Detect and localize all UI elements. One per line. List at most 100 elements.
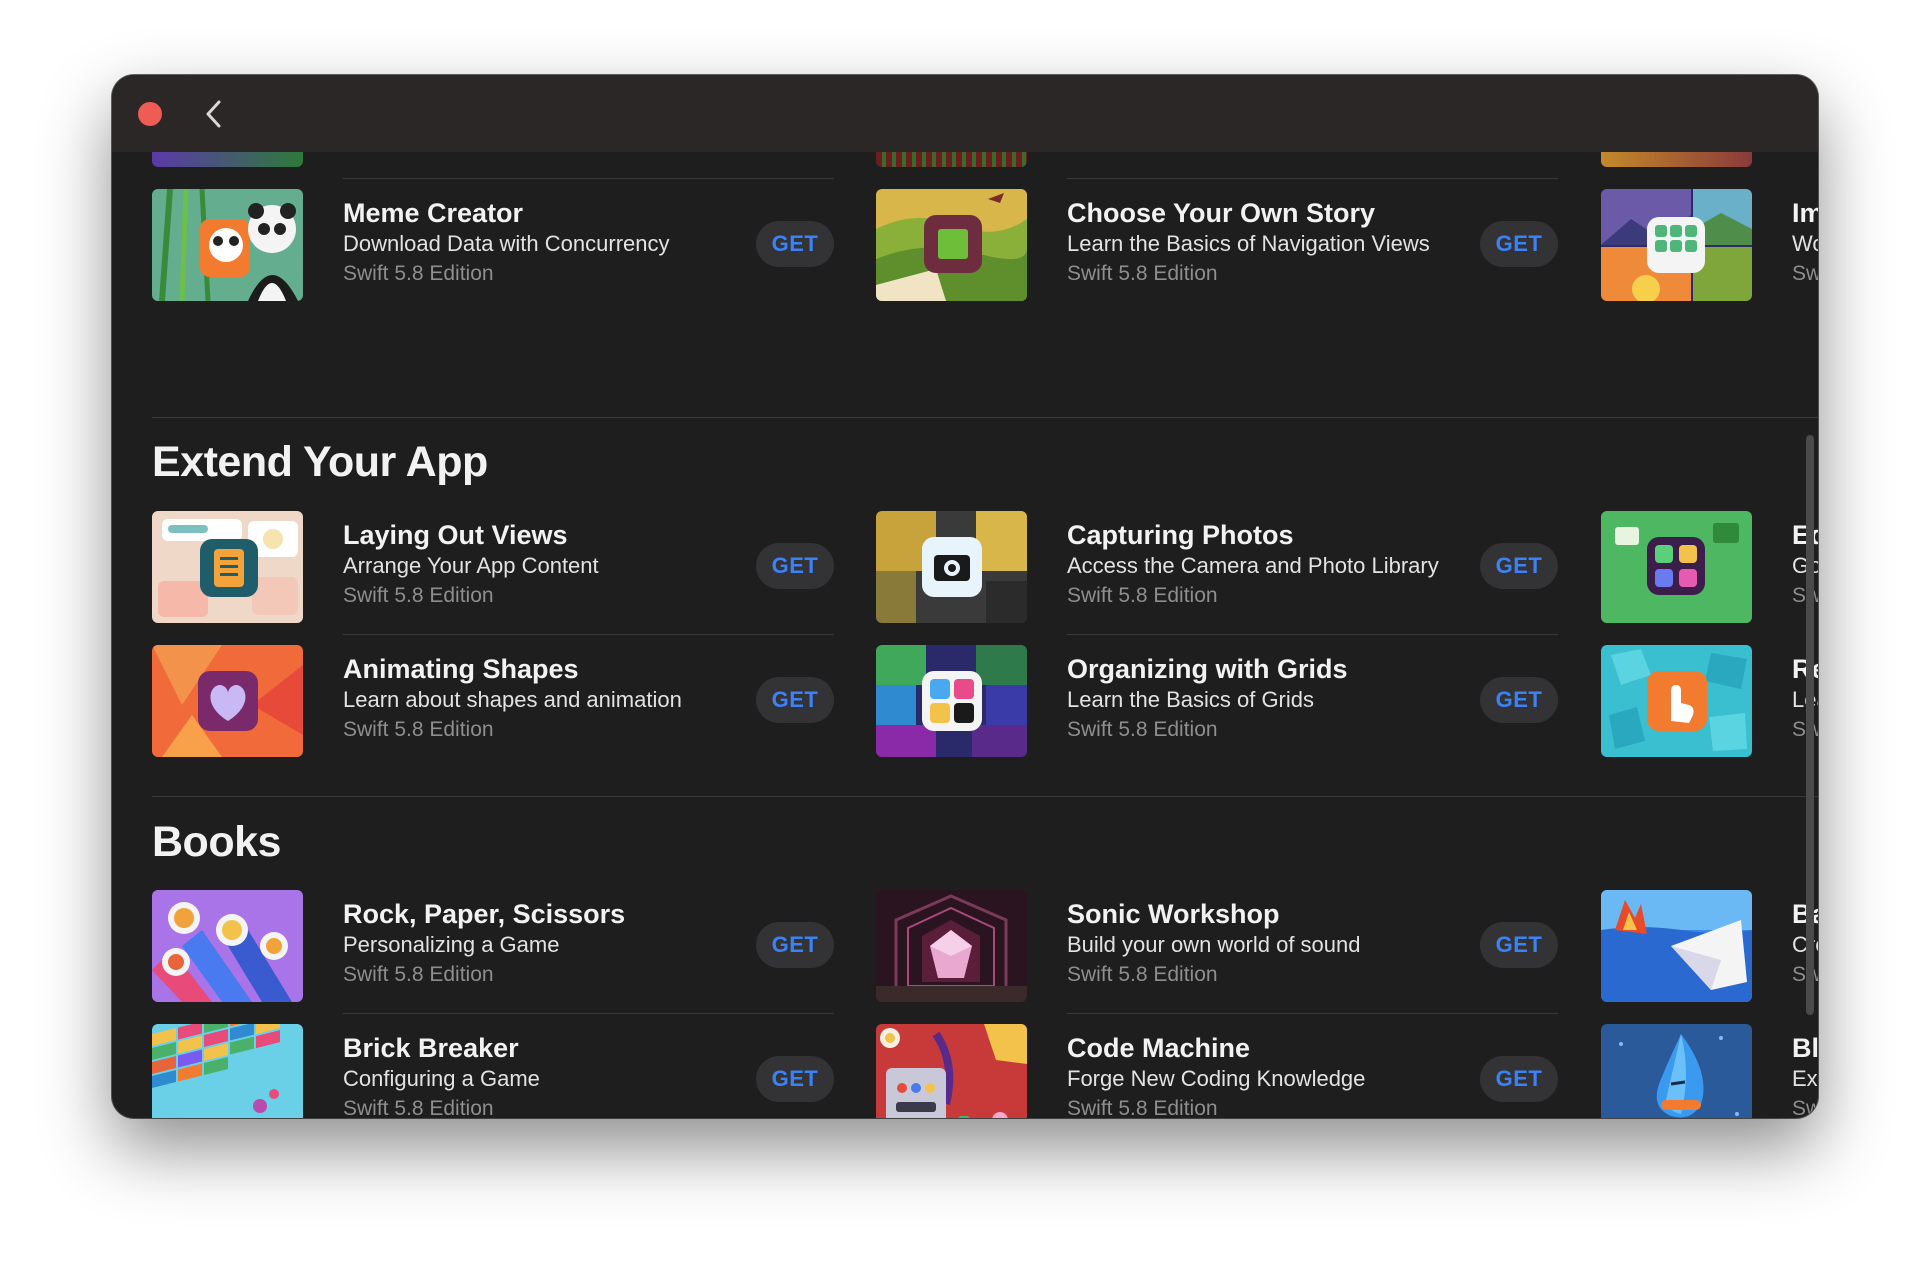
item-text: Re Lea Sw — [1792, 653, 1818, 745]
get-button[interactable]: GET — [756, 221, 834, 267]
content-scroll-area[interactable]: Meme Creator Download Data with Concurre… — [112, 152, 1818, 1118]
item-edition: Swift 5.8 Edition — [343, 584, 494, 607]
item-subtitle: Forge New Coding Knowledge — [1067, 1066, 1366, 1091]
item-subtitle: Learn the Basics of Grids — [1067, 687, 1315, 712]
list-item-rock-paper-scissors[interactable]: Rock, Paper, Scissors Personalizing a Ga… — [152, 890, 842, 1002]
row-separator — [343, 1013, 834, 1014]
meme-creator-thumbnail — [152, 189, 303, 301]
vertical-scrollbar[interactable] — [1806, 435, 1814, 1015]
item-subtitle: Download Data with Concurrency — [343, 231, 670, 256]
item-title: Ed — [1792, 520, 1818, 550]
item-text: Ba Cre Sw — [1792, 898, 1818, 990]
item-edition: Swift 5.8 Edition — [343, 262, 494, 285]
item-edition: Swift 5.8 Edition — [1067, 584, 1218, 607]
list-item-laying-out-views[interactable]: Laying Out Views Arrange Your App Conten… — [152, 511, 842, 623]
list-item-meme-creator[interactable]: Meme Creator Download Data with Concurre… — [152, 189, 842, 301]
list-item-code-machine[interactable]: Code Machine Forge New Coding Knowledge … — [876, 1024, 1566, 1118]
item-subtitle: Exp — [1792, 1066, 1818, 1091]
item-text: Animating Shapes Learn about shapes and … — [343, 653, 682, 745]
item-edition: Swift 5.8 Edition — [343, 1097, 494, 1118]
get-button[interactable]: GET — [1480, 922, 1558, 968]
partial-thumb — [876, 152, 1027, 167]
item-subtitle: Access the Camera and Photo Library — [1067, 553, 1439, 578]
choose-your-own-story-thumbnail — [876, 189, 1027, 301]
get-button[interactable]: GET — [1480, 1056, 1558, 1102]
item-text: Brick Breaker Configuring a Game Swift 5… — [343, 1032, 540, 1118]
get-button[interactable]: GET — [1480, 677, 1558, 723]
item-title: Ba — [1792, 899, 1818, 929]
organizing-with-grids-thumbnail — [876, 645, 1027, 757]
list-item-organizing-with-grids[interactable]: Organizing with Grids Learn the Basics o… — [876, 645, 1566, 757]
item-text: Im Wo Sw — [1792, 197, 1818, 289]
item-text: Sonic Workshop Build your own world of s… — [1067, 898, 1361, 990]
item-text: Meme Creator Download Data with Concurre… — [343, 197, 670, 289]
list-item-capturing-photos[interactable]: Capturing Photos Access the Camera and P… — [876, 511, 1566, 623]
back-button[interactable] — [198, 97, 230, 131]
blu-thumbnail — [1601, 1024, 1752, 1118]
list-item-clipped[interactable]: Ed Go Sw — [1601, 511, 1818, 623]
get-button[interactable]: GET — [756, 543, 834, 589]
partial-thumb — [1601, 152, 1752, 167]
item-title: Bl — [1792, 1033, 1818, 1063]
section-divider — [152, 417, 1818, 418]
row-separator — [1067, 1013, 1558, 1014]
get-button[interactable]: GET — [1480, 221, 1558, 267]
item-title: Capturing Photos — [1067, 520, 1294, 550]
laying-out-views-thumbnail — [152, 511, 303, 623]
item-edition: Swift 5.8 Edition — [1067, 963, 1218, 986]
list-item-clipped[interactable]: Bl Exp Sw — [1601, 1024, 1818, 1118]
get-button[interactable]: GET — [756, 1056, 834, 1102]
list-item-choose-your-own-story[interactable]: Choose Your Own Story Learn the Basics o… — [876, 189, 1566, 301]
row-separator — [1067, 178, 1558, 179]
app-window: Meme Creator Download Data with Concurre… — [112, 75, 1818, 1118]
row-separator — [1067, 634, 1558, 635]
list-item-clipped[interactable]: Im Wo Sw — [1601, 189, 1818, 301]
section-title-books: Books — [152, 818, 281, 866]
list-item-sonic-workshop[interactable]: Sonic Workshop Build your own world of s… — [876, 890, 1566, 1002]
list-item-animating-shapes[interactable]: Animating Shapes Learn about shapes and … — [152, 645, 842, 757]
item-title: Im — [1792, 198, 1818, 228]
item-title: Organizing with Grids — [1067, 654, 1348, 684]
row-separator — [343, 634, 834, 635]
item-edition: Swift 5.8 Edition — [343, 718, 494, 741]
item-subtitle: Build your own world of sound — [1067, 932, 1361, 957]
item-title: Brick Breaker — [343, 1033, 519, 1063]
item-title: Animating Shapes — [343, 654, 579, 684]
item-title: Laying Out Views — [343, 520, 568, 550]
animating-shapes-thumbnail — [152, 645, 303, 757]
editing-grids-thumbnail — [1601, 511, 1752, 623]
item-text: Capturing Photos Access the Camera and P… — [1067, 519, 1439, 611]
section-divider — [152, 796, 1818, 797]
item-edition: Swift 5.8 Edition — [1067, 262, 1218, 285]
get-button[interactable]: GET — [1480, 543, 1558, 589]
partial-thumb — [152, 152, 303, 167]
item-text: Rock, Paper, Scissors Personalizing a Ga… — [343, 898, 625, 990]
item-edition: Sw — [1792, 963, 1818, 986]
sonic-workshop-thumbnail — [876, 890, 1027, 1002]
item-text: Code Machine Forge New Coding Knowledge … — [1067, 1032, 1365, 1118]
item-text: Laying Out Views Arrange Your App Conten… — [343, 519, 599, 611]
get-button[interactable]: GET — [756, 677, 834, 723]
list-item-clipped[interactable]: Ba Cre Sw — [1601, 890, 1818, 1002]
item-edition: Swift 5.8 Edition — [343, 963, 494, 986]
item-subtitle: Learn about shapes and animation — [343, 687, 682, 712]
item-edition: Swift 5.8 Edition — [1067, 1097, 1218, 1118]
item-edition: Sw — [1792, 262, 1818, 285]
item-subtitle: Lea — [1792, 687, 1818, 712]
code-machine-thumbnail — [876, 1024, 1027, 1118]
item-subtitle: Learn the Basics of Navigation Views — [1067, 231, 1430, 256]
list-item-brick-breaker[interactable]: Brick Breaker Configuring a Game Swift 5… — [152, 1024, 842, 1118]
chevron-left-icon — [206, 100, 221, 128]
image-gallery-thumbnail — [1601, 189, 1752, 301]
item-subtitle: Cre — [1792, 932, 1818, 957]
close-window-button[interactable] — [138, 102, 162, 126]
brick-breaker-thumbnail — [152, 1024, 303, 1118]
get-button[interactable]: GET — [756, 922, 834, 968]
capturing-photos-thumbnail — [876, 511, 1027, 623]
section-title-extend-your-app: Extend Your App — [152, 438, 488, 486]
list-item-clipped[interactable]: Re Lea Sw — [1601, 645, 1818, 757]
item-edition: Swift 5.8 Edition — [1067, 718, 1218, 741]
item-text: Organizing with Grids Learn the Basics o… — [1067, 653, 1348, 745]
item-title: Meme Creator — [343, 198, 524, 228]
item-title: Choose Your Own Story — [1067, 198, 1376, 228]
